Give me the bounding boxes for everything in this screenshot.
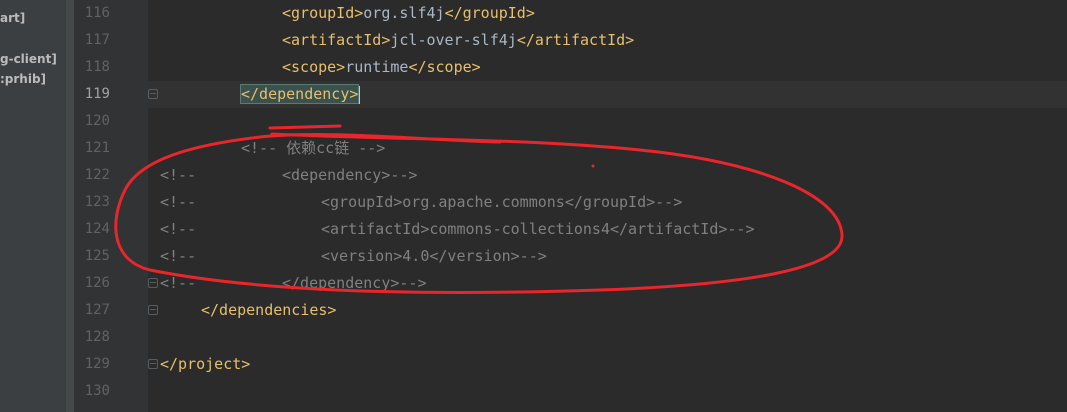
project-sidebar: art] g-client] :prhib] — [0, 0, 66, 412]
line-number: 125 — [84, 248, 110, 264]
line-number-current: 119 — [84, 86, 110, 102]
code-line-126[interactable]: </dependency>--> — [282, 270, 427, 297]
line-number: 120 — [84, 113, 110, 129]
code-line-126-prefix: <!-- — [160, 274, 197, 292]
line-number: 123 — [84, 194, 110, 210]
sidebar-item-3[interactable]: :prhib] — [0, 72, 46, 86]
line-number: 127 — [84, 302, 110, 318]
fold-end-icon[interactable] — [148, 278, 158, 288]
code-line-116[interactable]: <groupId>org.slf4j</groupId> — [282, 0, 535, 27]
matched-tag-highlight: </dependency> — [239, 84, 360, 104]
code-editor[interactable]: <groupId>org.slf4j</groupId> <artifactId… — [148, 0, 1067, 412]
code-line-121[interactable]: <!-- 依赖cc链 --> — [241, 135, 385, 162]
fold-end-icon[interactable] — [148, 305, 158, 315]
code-line-122-prefix: <!-- — [160, 166, 197, 184]
line-number: 118 — [84, 59, 110, 75]
sidebar-item-2[interactable]: g-client] — [0, 52, 57, 66]
code-line-124[interactable]: <artifactId>commons-collections4</artifa… — [321, 216, 754, 243]
line-number: 126 — [84, 275, 110, 291]
line-number: 130 — [84, 383, 110, 399]
fold-end-icon[interactable] — [148, 359, 158, 369]
line-number: 128 — [84, 329, 110, 345]
code-line-125[interactable]: <version>4.0</version>--> — [321, 243, 547, 270]
code-line-127[interactable]: </dependencies> — [201, 297, 336, 324]
fold-end-icon[interactable] — [148, 89, 158, 99]
code-line-119[interactable]: </dependency> — [239, 81, 361, 108]
code-line-129[interactable]: </project> — [160, 351, 250, 378]
code-line-123-prefix: <!-- — [160, 193, 197, 211]
code-line-125-prefix: <!-- — [160, 247, 197, 265]
line-number: 121 — [84, 140, 110, 156]
line-number: 117 — [84, 32, 110, 48]
code-line-118[interactable]: <scope>runtime</scope> — [282, 54, 481, 81]
line-number: 129 — [84, 356, 110, 372]
text-cursor — [358, 85, 361, 104]
code-line-122[interactable]: <dependency>--> — [282, 162, 417, 189]
code-line-117[interactable]: <artifactId>jcl-over-slf4j</artifactId> — [282, 27, 634, 54]
sidebar-item-1[interactable]: art] — [0, 11, 25, 25]
code-line-123[interactable]: <groupId>org.apache.commons</groupId>--> — [321, 189, 682, 216]
line-number: 116 — [84, 5, 110, 21]
code-line-124-prefix: <!-- — [160, 220, 197, 238]
line-number: 124 — [84, 221, 110, 237]
line-number: 122 — [84, 167, 110, 183]
sidebar-splitter[interactable] — [66, 0, 74, 412]
